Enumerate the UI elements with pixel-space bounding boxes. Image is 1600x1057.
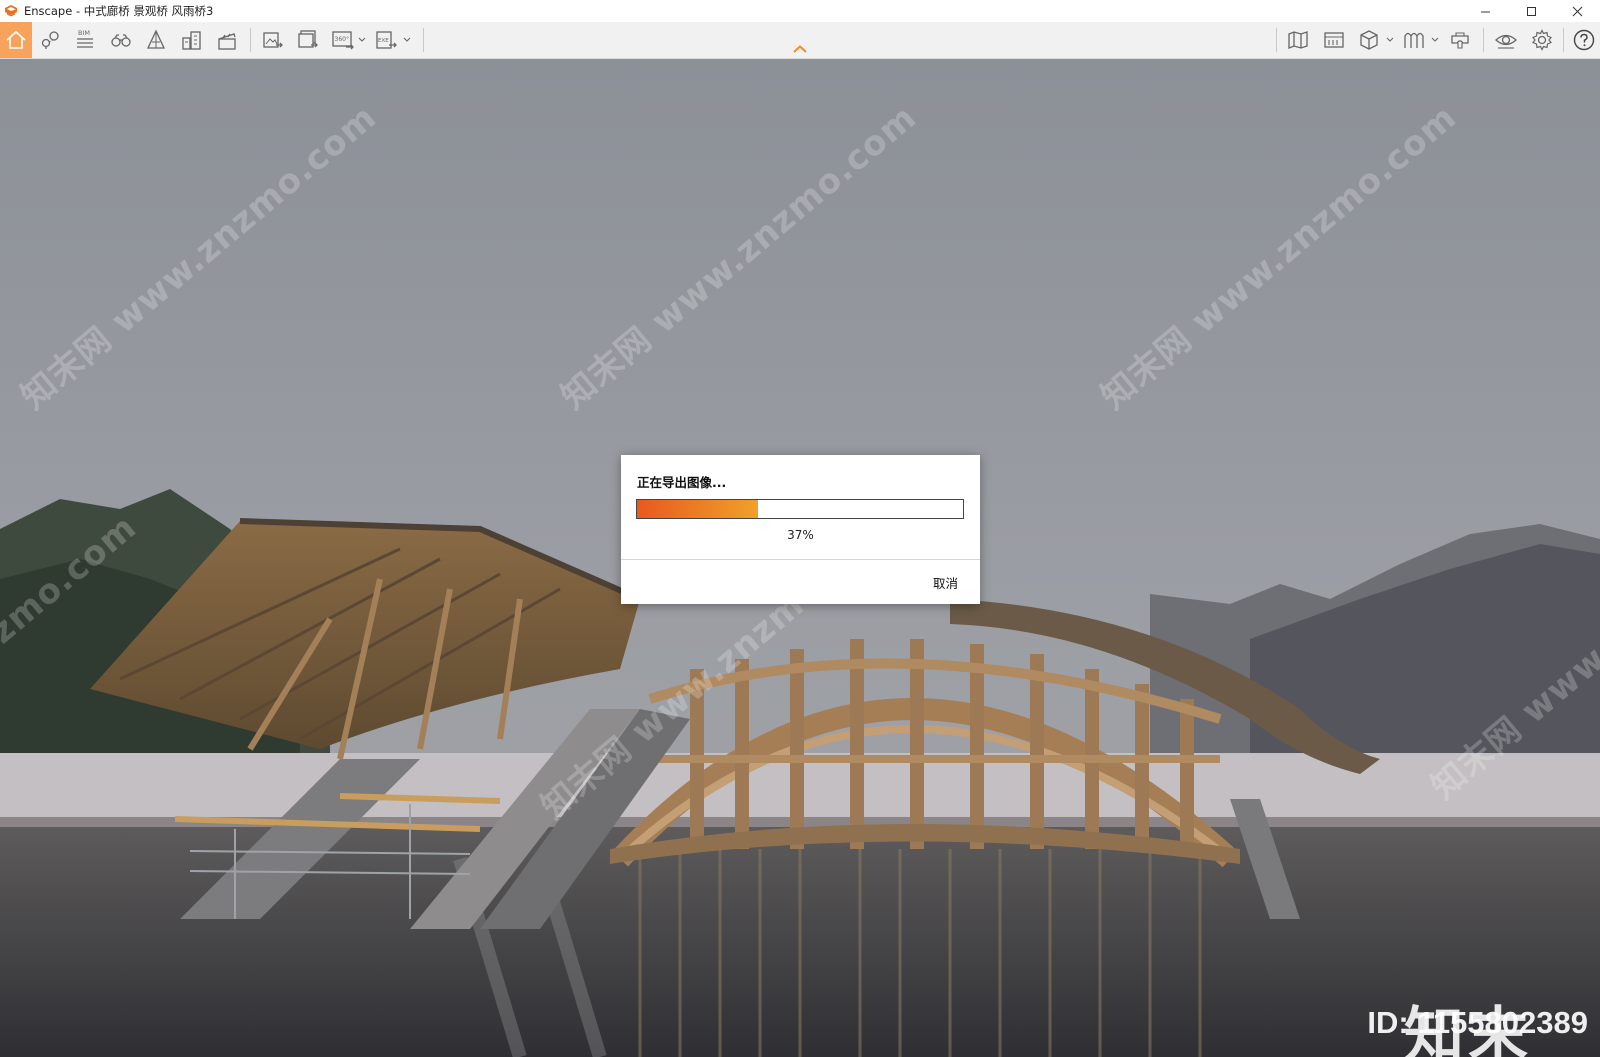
close-button[interactable]: [1554, 0, 1600, 22]
toolbar-separator: [1483, 28, 1484, 52]
home-button[interactable]: [0, 22, 32, 58]
toolbar-separator: [423, 28, 424, 52]
bim-button[interactable]: BIM: [69, 22, 101, 58]
map-icon: [1288, 31, 1308, 49]
collapse-toolbar-button[interactable]: [790, 42, 810, 56]
image-id-label: ID: 1155802389: [1367, 1005, 1588, 1040]
screenshot-button[interactable]: [257, 22, 289, 58]
chevron-down-icon: [1431, 37, 1439, 42]
clapper-icon: [218, 33, 236, 50]
arches-dropdown[interactable]: [1430, 22, 1440, 58]
help-button[interactable]: [1568, 22, 1600, 58]
export-exe-button[interactable]: EXE: [370, 22, 402, 58]
chevron-down-icon: [403, 37, 411, 42]
progress-bar: [636, 499, 964, 519]
help-icon: [1573, 29, 1595, 51]
maximize-button[interactable]: [1508, 0, 1554, 22]
panorama-dropdown[interactable]: [357, 22, 367, 58]
settings-button[interactable]: [1526, 22, 1558, 58]
video-editor-button[interactable]: [211, 22, 243, 58]
dialog-divider: [621, 559, 980, 560]
progress-bar-fill: [637, 500, 758, 518]
settings-gear-icon: [1532, 29, 1552, 51]
minimize-icon: [1480, 11, 1490, 12]
svg-text:BIM: BIM: [78, 29, 90, 37]
maximize-icon: [1526, 6, 1536, 16]
arches-icon: [1404, 32, 1424, 48]
vr-headset-icon: [1451, 32, 1469, 49]
buildings-icon: [182, 31, 201, 50]
toolbar-separator: [250, 28, 251, 52]
minimize-button[interactable]: [1462, 0, 1508, 22]
asset-library-button[interactable]: [1318, 22, 1350, 58]
views-button[interactable]: [34, 22, 66, 58]
chevron-down-icon: [1386, 37, 1394, 42]
enscape-logo-icon: [5, 5, 17, 17]
location-pin-icon: [41, 31, 59, 49]
cube-view-button[interactable]: [1353, 22, 1385, 58]
batch-render-button[interactable]: [292, 22, 324, 58]
progress-percent: 37%: [787, 528, 814, 542]
vr-button[interactable]: [1444, 22, 1476, 58]
batch-render-icon: [298, 30, 318, 48]
dialog-title: 正在导出图像...: [637, 475, 727, 490]
toolbar-separator: [1276, 28, 1277, 52]
cancel-button[interactable]: 取消: [933, 573, 958, 592]
perspective-icon: [146, 29, 166, 49]
chevron-up-icon: [793, 45, 807, 53]
svg-text:EXE: EXE: [378, 38, 389, 44]
asset-library-icon: [1324, 32, 1344, 48]
cube-view-dropdown[interactable]: [1385, 22, 1395, 58]
panorama-button[interactable]: 360°: [327, 22, 359, 58]
bim-list-icon: BIM: [77, 29, 93, 48]
toolbar-separator: [1563, 28, 1564, 52]
export-progress-dialog: 正在导出图像... 37% 取消: [621, 455, 980, 604]
window-title: Enscape - 中式廊桥 景观桥 风雨桥3: [24, 4, 214, 18]
home-icon: [6, 30, 26, 49]
binoculars-icon: [111, 34, 131, 47]
perspective-button[interactable]: [140, 22, 172, 58]
buildings-button[interactable]: [176, 22, 208, 58]
export-screenshot-icon: [263, 32, 283, 48]
arches-button[interactable]: [1398, 22, 1430, 58]
cube-view-icon: [1360, 30, 1378, 50]
svg-text:360°: 360°: [335, 36, 349, 43]
export-exe-icon: EXE: [376, 31, 397, 49]
export-dropdown[interactable]: [402, 22, 412, 58]
visual-settings-button[interactable]: [1490, 22, 1522, 58]
binoculars-button[interactable]: [105, 22, 137, 58]
chevron-down-icon: [358, 37, 366, 42]
eye-icon: [1495, 34, 1517, 49]
close-icon: [1572, 6, 1582, 16]
panorama-360-icon: 360°: [332, 31, 354, 50]
map-button[interactable]: [1282, 22, 1314, 58]
title-bar: Enscape - 中式廊桥 景观桥 风雨桥3: [0, 0, 1600, 22]
